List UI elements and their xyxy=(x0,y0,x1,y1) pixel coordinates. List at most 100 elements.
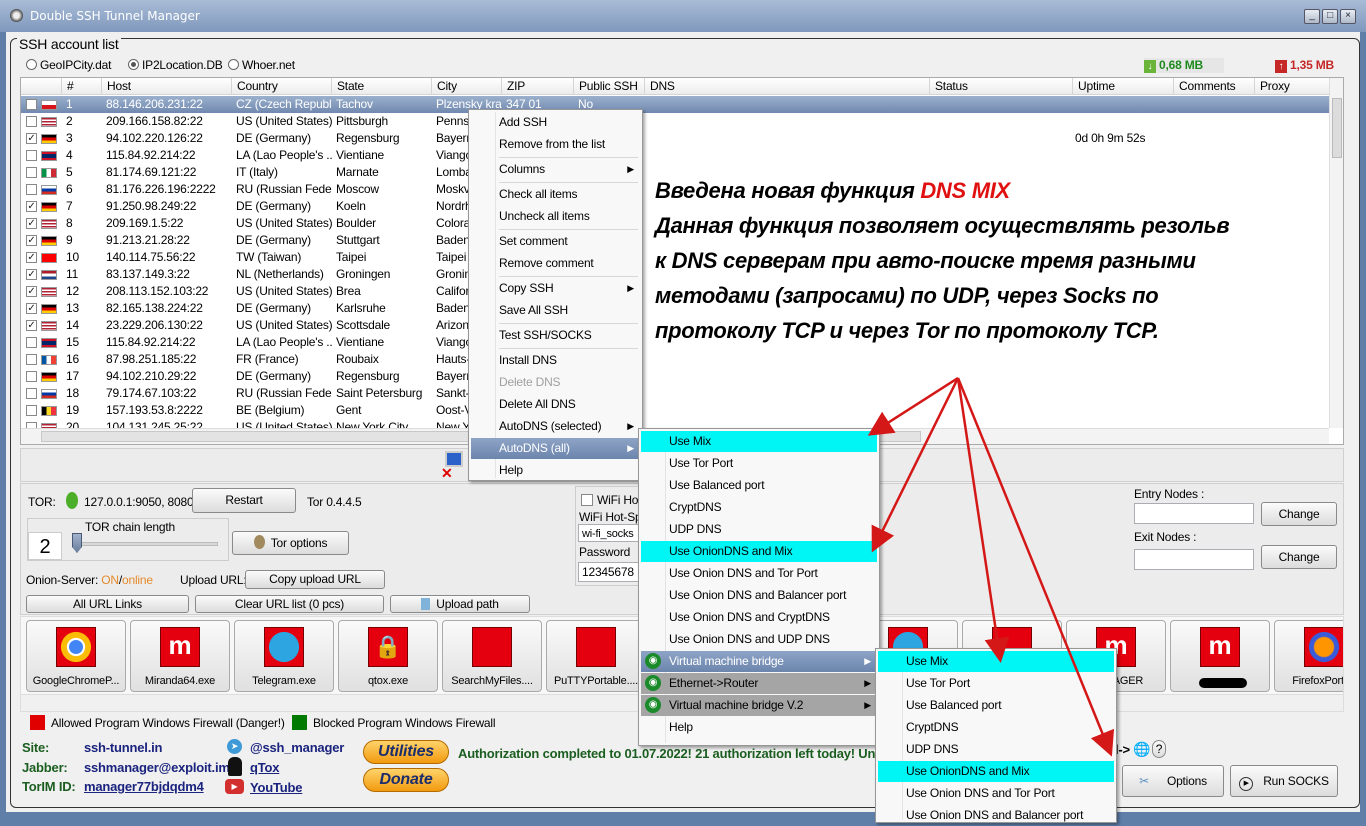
tor-restart-button[interactable]: Restart xyxy=(192,488,296,513)
menu-item-use-onion-dns-and-cryptdns[interactable]: Use Onion DNS and CryptDNS xyxy=(641,607,877,628)
radio-whoer[interactable]: Whoer.net xyxy=(228,58,295,72)
menu-item-use-onion-dns-and-udp-dns[interactable]: Use Onion DNS and UDP DNS xyxy=(641,629,877,650)
menu-item-virtual-machine-bridge-v-2[interactable]: ◉ Virtual machine bridge V.2 ▶ xyxy=(641,695,877,716)
exit-nodes-change-button[interactable]: Change xyxy=(1261,545,1337,569)
table-row[interactable]: 1 88.146.206.231:22 CZ (Czech Republ... Tac… xyxy=(21,96,1329,113)
app-button[interactable]: PuTTYPortable.... xyxy=(546,620,646,692)
table-row[interactable]: 16 87.98.251.185:22 FR (France) Roubaix Haut… xyxy=(21,351,1329,368)
column-header[interactable]: Proxy xyxy=(1254,78,1329,95)
menu-item-save-all-ssh[interactable]: Save All SSH xyxy=(471,300,640,321)
table-row[interactable]: 18 79.174.67.103:22 RU (Russian Fede... Sai… xyxy=(21,385,1329,402)
table-row[interactable]: 20 104.131.245.25:22 US (United States) New… xyxy=(21,419,1329,428)
table-row[interactable]: 4 115.84.92.214:22 LA (Lao People's ... Vie… xyxy=(21,147,1329,164)
row-checkbox[interactable]: ✓ xyxy=(26,269,37,280)
menu-item-udp-dns[interactable]: UDP DNS xyxy=(641,519,877,540)
app-button[interactable]: m xyxy=(1170,620,1270,692)
close-button[interactable]: × xyxy=(1340,9,1356,24)
column-header[interactable]: Host xyxy=(101,78,231,95)
options-button[interactable]: ✂ Options xyxy=(1122,765,1224,797)
upload-path-button[interactable]: Upload path xyxy=(390,595,530,613)
menu-item-autodns-selected[interactable]: AutoDNS (selected) ▶ xyxy=(471,416,640,437)
menu-item-cryptdns[interactable]: CryptDNS xyxy=(641,497,877,518)
row-checkbox[interactable] xyxy=(26,184,37,195)
row-checkbox[interactable] xyxy=(26,371,37,382)
column-header[interactable]: Uptime xyxy=(1072,78,1173,95)
minimize-button[interactable]: _ xyxy=(1304,9,1320,24)
youtube-link[interactable]: YouTube xyxy=(250,780,302,795)
column-header[interactable]: ZIP xyxy=(501,78,573,95)
tor-options-button[interactable]: Tor options xyxy=(232,531,349,555)
menu-item-use-balanced-port[interactable]: Use Balanced port xyxy=(878,695,1114,716)
maximize-button[interactable]: □ xyxy=(1322,9,1338,24)
menu-item-columns[interactable]: Columns ▶ xyxy=(471,159,640,180)
qtox-link[interactable]: qTox xyxy=(250,760,279,775)
site-link[interactable]: ssh-tunnel.in xyxy=(84,740,162,755)
menu-item-use-oniondns-and-mix[interactable]: Use OnionDNS and Mix xyxy=(641,541,877,562)
row-checkbox[interactable] xyxy=(26,354,37,365)
vertical-scrollbar[interactable] xyxy=(1329,78,1343,428)
table-row[interactable]: 2 209.166.158.82:22 US (United States) Pitt… xyxy=(21,113,1329,130)
menu-item-check-all-items[interactable]: Check all items xyxy=(471,184,640,205)
clear-url-list-button[interactable]: Clear URL list (0 pcs) xyxy=(195,595,384,613)
row-checkbox[interactable] xyxy=(26,388,37,399)
table-row[interactable]: 19 157.193.53.8:2222 BE (Belgium) Gent Oost-… xyxy=(21,402,1329,419)
row-checkbox[interactable] xyxy=(26,99,37,110)
menu-item-ethernet-router[interactable]: ◉ Ethernet->Router ▶ xyxy=(641,673,877,694)
menu-item-test-ssh-socks[interactable]: Test SSH/SOCKS xyxy=(471,325,640,346)
column-header[interactable]: State xyxy=(331,78,431,95)
tor-chain-value[interactable]: 2 xyxy=(28,532,62,560)
menu-item-copy-ssh[interactable]: Copy SSH ▶ xyxy=(471,278,640,299)
row-checkbox[interactable]: ✓ xyxy=(26,201,37,212)
donate-button[interactable]: Donate xyxy=(363,768,449,792)
tor-chain-slider[interactable] xyxy=(72,542,218,546)
row-checkbox[interactable] xyxy=(26,405,37,416)
table-row[interactable]: 17 94.102.210.29:22 DE (Germany) Regensburg… xyxy=(21,368,1329,385)
entry-nodes-change-button[interactable]: Change xyxy=(1261,502,1337,526)
radio-geoipcity[interactable]: GeoIPCity.dat xyxy=(26,58,111,72)
copy-upload-url-button[interactable]: Copy upload URL xyxy=(245,570,385,589)
jabber-link[interactable]: sshmanager@exploit.im xyxy=(84,760,230,775)
entry-nodes-input[interactable] xyxy=(1134,503,1254,524)
app-button[interactable]: FirefoxPortab xyxy=(1274,620,1343,692)
row-checkbox[interactable]: ✓ xyxy=(26,218,37,229)
column-header[interactable]: City xyxy=(431,78,501,95)
radio-ip2location[interactable]: IP2Location.DB xyxy=(128,58,223,72)
menu-item-install-dns[interactable]: Install DNS xyxy=(471,350,640,371)
menu-item-use-balanced-port[interactable]: Use Balanced port xyxy=(641,475,877,496)
column-header[interactable]: Comments xyxy=(1173,78,1254,95)
row-checkbox[interactable] xyxy=(26,150,37,161)
row-checkbox[interactable]: ✓ xyxy=(26,252,37,263)
app-button[interactable]: 🔒 qtox.exe xyxy=(338,620,438,692)
row-checkbox[interactable] xyxy=(26,167,37,178)
menu-item-use-mix[interactable]: Use Mix xyxy=(878,651,1114,672)
menu-item-help[interactable]: Help xyxy=(641,717,877,738)
menu-item-remove-comment[interactable]: Remove comment xyxy=(471,253,640,274)
menu-item-udp-dns[interactable]: UDP DNS xyxy=(878,739,1114,760)
torim-link[interactable]: manager77bjdqdm4 xyxy=(84,779,204,794)
row-checkbox[interactable]: ✓ xyxy=(26,303,37,314)
run-socks-button[interactable]: ▶ Run SOCKS xyxy=(1230,765,1338,797)
menu-item-set-comment[interactable]: Set comment xyxy=(471,231,640,252)
column-header[interactable]: Country xyxy=(231,78,331,95)
app-button[interactable]: Telegram.exe xyxy=(234,620,334,692)
row-checkbox[interactable]: ✓ xyxy=(26,286,37,297)
help-button[interactable]: ? xyxy=(1152,740,1166,758)
menu-item-cryptdns[interactable]: CryptDNS xyxy=(878,717,1114,738)
exit-nodes-input[interactable] xyxy=(1134,549,1254,570)
menu-item-autodns-all[interactable]: AutoDNS (all) ▶ xyxy=(471,438,640,459)
row-checkbox[interactable]: ✓ xyxy=(26,320,37,331)
menu-item-uncheck-all-items[interactable]: Uncheck all items xyxy=(471,206,640,227)
telegram-link[interactable]: @ssh_manager xyxy=(250,740,344,755)
menu-item-use-tor-port[interactable]: Use Tor Port xyxy=(641,453,877,474)
column-header[interactable]: DNS xyxy=(644,78,929,95)
menu-item-use-tor-port[interactable]: Use Tor Port xyxy=(878,673,1114,694)
app-button[interactable]: m Miranda64.exe xyxy=(130,620,230,692)
menu-item-use-mix[interactable]: Use Mix xyxy=(641,431,877,452)
menu-item-use-onion-dns-and-balancer-port[interactable]: Use Onion DNS and Balancer port xyxy=(878,805,1114,826)
menu-item-use-onion-dns-and-tor-port[interactable]: Use Onion DNS and Tor Port xyxy=(641,563,877,584)
menu-item-remove-from-the-list[interactable]: Remove from the list xyxy=(471,134,640,155)
row-checkbox[interactable] xyxy=(26,337,37,348)
menu-item-help[interactable]: Help xyxy=(471,460,640,481)
table-row[interactable]: ✓ 3 94.102.220.126:22 DE (Germany) Regensbur… xyxy=(21,130,1329,147)
app-button[interactable]: GoogleChromeP... xyxy=(26,620,126,692)
